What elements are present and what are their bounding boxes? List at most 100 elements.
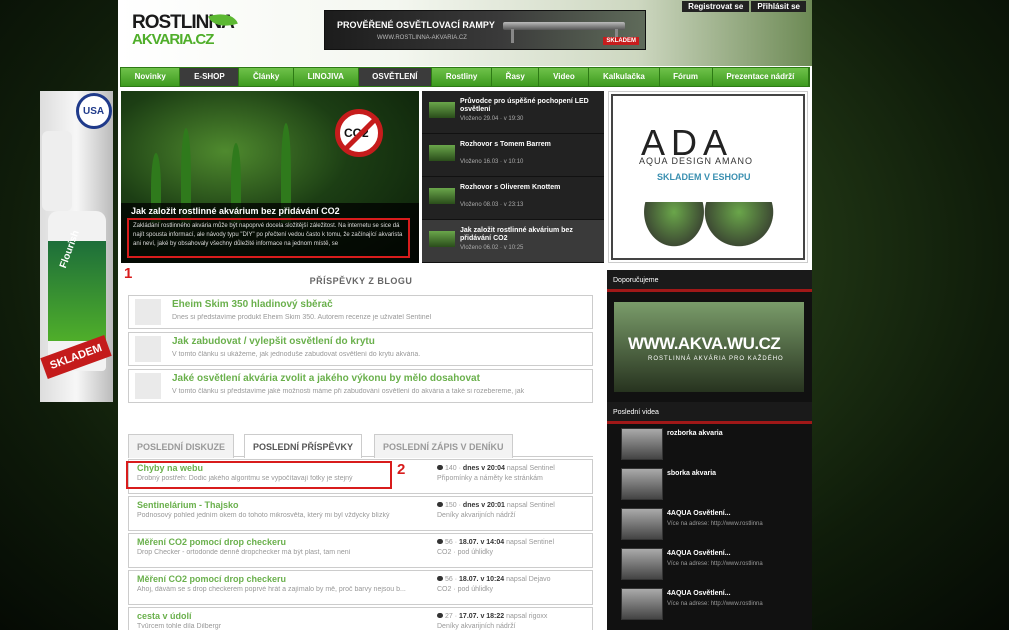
post-category[interactable]: CO2 · pod úhlidky <box>437 586 493 593</box>
page: ROSTLINNA AKVARIA.CZ PROVĚŘENÉ OSVĚTLOVA… <box>118 0 812 630</box>
post-category[interactable]: Deníky akvarijních nádrží <box>437 623 516 630</box>
blog-post[interactable]: Jaké osvětlení akvária zvolit a jakého v… <box>128 369 593 403</box>
nav-prezentace[interactable]: Prezentace nádrží <box>713 68 810 86</box>
register-link[interactable]: Registrovat se <box>682 1 750 12</box>
post-category[interactable]: Připomínky a náměty ke stránkám <box>437 475 543 482</box>
nav-osvetleni[interactable]: OSVĚTLENÍ <box>358 68 433 86</box>
article-item[interactable]: Průvodce pro úspěšné pochopení LED osvět… <box>422 91 604 134</box>
forum-post-row[interactable]: Měření CO2 pomocí drop checkeru Ahoj, dá… <box>128 570 593 605</box>
left-ad-flourish[interactable]: USA Flourish SKLADEM <box>40 91 113 402</box>
video-thumb <box>621 468 663 500</box>
forum-post-row[interactable]: Měření CO2 pomocí drop checkeru Drop Che… <box>128 533 593 568</box>
ada-stock: SKLADEM V ESHOPU <box>657 172 751 182</box>
post-meta: 150 · dnes v 20:01 napsal Sentinel Deník… <box>437 502 555 519</box>
post-category[interactable]: CO2 · pod úhlidky <box>437 549 493 556</box>
post-title[interactable]: Měření CO2 pomocí drop checkeru <box>137 537 286 547</box>
right-sidebar: Doporučujeme WWW.AKVA.WU.CZ ROSTLINNÁ AK… <box>607 270 812 630</box>
post-count: 56 <box>445 576 453 583</box>
nav-video[interactable]: Video <box>539 68 590 86</box>
article-title: Rozhovor s Tomem Barrem <box>460 141 551 148</box>
post-title[interactable]: cesta v údolí <box>137 611 192 621</box>
post-when: 17.07. v 18:22 <box>459 613 505 620</box>
article-item[interactable]: Rozhovor s Tomem Barrem Vloženo 16.03 · … <box>422 134 604 177</box>
tab-posledni-diskuze[interactable]: POSLEDNÍ DISKUZE <box>128 434 235 458</box>
nav-hnojiva[interactable]: LINOJIVA <box>294 68 359 86</box>
video-thumb <box>621 548 663 580</box>
annotation-label-2: 2 <box>397 461 406 478</box>
post-title[interactable]: Měření CO2 pomocí drop checkeru <box>137 574 286 584</box>
blog-post[interactable]: Eheim Skim 350 hladinový sběrač Dnes si … <box>128 295 593 329</box>
post-when: dnes v 20:04 <box>462 465 505 472</box>
post-desc: Drop Checker - ortodonde denně dropcheck… <box>137 549 351 556</box>
banner-url: WWW.ROSTLINNA-AKVARIA.CZ <box>377 35 467 41</box>
post-meta: 27 · 17.07. v 18:22 napsal rigoxx Deníky… <box>437 613 548 630</box>
post-category[interactable]: Deníky akvarijních nádrží <box>437 512 516 519</box>
featured-article[interactable]: CO2 Jak založit rostlinné akvárium bez p… <box>121 91 419 263</box>
featured-title[interactable]: Jak založit rostlinné akvárium bez přidá… <box>131 206 340 216</box>
video-item[interactable]: sborka akvaria <box>607 464 812 504</box>
blog-post-desc: Dnes si představíme produkt Eheim Skim 3… <box>172 314 432 321</box>
nav-forum[interactable]: Fórum <box>660 68 713 86</box>
post-desc: Tvůrcem tohle díla Dilbergr <box>137 623 222 630</box>
article-item[interactable]: Rozhovor s Oliverem Knottem Vloženo 08.0… <box>422 177 604 220</box>
blog-post[interactable]: Jak zabudovat / vylepšit osvětlení do kr… <box>128 332 593 366</box>
bottle-cap <box>42 131 72 211</box>
post-desc: Podnosový pohled jedním okem do tohoto m… <box>137 512 390 519</box>
videos-heading: Poslední videa <box>607 402 812 424</box>
nav-rasy[interactable]: Řasy <box>492 68 540 86</box>
post-count: 56 <box>445 539 453 546</box>
nav-novinky[interactable]: Novinky <box>121 68 181 86</box>
video-title[interactable]: sborka akvaria <box>667 470 716 477</box>
post-author[interactable]: napsal Dejavo <box>506 576 550 583</box>
akva-sub: ROSTLINNÁ AKVÁRIA PRO KAŽDÉHO <box>648 356 784 362</box>
article-item-active[interactable]: Jak založit rostlinné akvárium bez přidá… <box>422 220 604 263</box>
video-title[interactable]: 4AQUA Osvětlení... <box>667 550 731 557</box>
article-date: Vloženo 29.04 · v 19:30 <box>460 116 524 122</box>
post-count: 27 <box>445 613 453 620</box>
tab-posledni-prispevky[interactable]: POSLEDNÍ PŘÍSPĚVKY <box>244 434 363 458</box>
article-thumb <box>429 145 455 161</box>
post-author[interactable]: napsal rigoxx <box>506 613 547 620</box>
article-thumb <box>429 102 455 118</box>
site-logo[interactable]: ROSTLINNA AKVARIA.CZ <box>132 8 242 56</box>
post-desc: Ahoj, dávám se s drop checkerem poprvé h… <box>137 586 406 593</box>
video-title[interactable]: 4AQUA Osvětlení... <box>667 590 731 597</box>
article-thumb <box>429 188 455 204</box>
main-nav: Novinky E-SHOP Články LINOJIVA OSVĚTLENÍ… <box>120 67 810 87</box>
article-title: Průvodce pro úspěšné pochopení LED osvět… <box>460 98 589 113</box>
header-banner-ad[interactable]: PROVĚŘENÉ OSVĚTLOVACÍ RAMPY WWW.ROSTLINN… <box>324 10 646 50</box>
nav-clanky[interactable]: Články <box>239 68 294 86</box>
post-meta: 140 · dnes v 20:04 napsal Sentinel Připo… <box>437 465 555 482</box>
video-item[interactable]: 4AQUA Osvětlení... Více na adrese: http:… <box>607 584 812 624</box>
comment-icon <box>437 502 443 507</box>
video-thumb <box>621 508 663 540</box>
nav-rostliny[interactable]: Rostliny <box>432 68 493 86</box>
forum-post-row[interactable]: Sentinelárium - Thajsko Podnosový pohled… <box>128 496 593 531</box>
forum-post-row[interactable]: cesta v údolí Tvůrcem tohle díla Dilberg… <box>128 607 593 630</box>
blog-post-desc: V tomto článku si ukážeme, jak jednoduše… <box>172 351 421 358</box>
comment-icon <box>437 613 443 618</box>
account-links: Registrovat se Přihlásit se <box>680 0 806 12</box>
blog-thumb <box>135 336 161 362</box>
post-author[interactable]: napsal Sentinel <box>507 465 555 472</box>
video-item[interactable]: 4AQUA Osvětlení... Více na adrese: http:… <box>607 504 812 544</box>
blog-post-title[interactable]: Jak zabudovat / vylepšit osvětlení do kr… <box>172 336 375 347</box>
article-title: Rozhovor s Oliverem Knottem <box>460 184 561 191</box>
video-title[interactable]: 4AQUA Osvětlení... <box>667 510 731 517</box>
akva-banner[interactable]: WWW.AKVA.WU.CZ ROSTLINNÁ AKVÁRIA PRO KAŽ… <box>614 302 804 392</box>
video-item[interactable]: 4AQUA Osvětlení... Více na adrese: http:… <box>607 544 812 584</box>
tab-posledni-zapis[interactable]: POSLEDNÍ ZÁPIS V DENÍKU <box>374 434 513 458</box>
post-title[interactable]: Sentinelárium - Thajsko <box>137 500 239 510</box>
video-item[interactable]: rozborka akvaria <box>607 424 812 464</box>
video-title[interactable]: rozborka akvaria <box>667 430 723 437</box>
nav-kalkulacka[interactable]: Kalkulačka <box>589 68 660 86</box>
ada-ad[interactable]: ADA AQUA DESIGN AMANO SKLADEM V ESHOPU <box>608 91 808 263</box>
highlight-box-2 <box>126 461 392 489</box>
blog-post-title[interactable]: Eheim Skim 350 hladinový sběrač <box>172 299 333 310</box>
post-author[interactable]: napsal Sentinel <box>507 502 555 509</box>
blog-post-desc: V tomto článku si představíme jaké možno… <box>172 388 525 395</box>
login-link[interactable]: Přihlásit se <box>751 1 806 12</box>
post-author[interactable]: napsal Sentinel <box>506 539 554 546</box>
blog-post-title[interactable]: Jaké osvětlení akvária zvolit a jakého v… <box>172 373 480 384</box>
nav-eshop[interactable]: E-SHOP <box>180 68 240 86</box>
